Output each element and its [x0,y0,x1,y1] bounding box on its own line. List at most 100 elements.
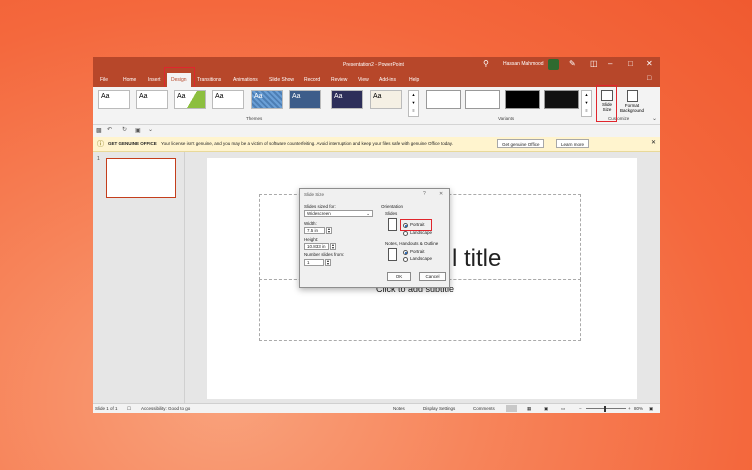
height-label: Height: [304,237,319,242]
chevron-down-icon: ⌄ [366,211,370,216]
tab-insert[interactable]: Insert [148,77,161,83]
notes-button[interactable]: Notes [393,406,405,411]
tab-slide-show[interactable]: Slide Show [269,77,294,83]
search-icon[interactable]: ⚲ [483,60,489,68]
tab-add-ins[interactable]: Add-ins [379,77,396,83]
number-from-spinner[interactable]: ▲ ▼ [325,259,331,266]
slide-thumbnail[interactable] [106,158,176,198]
customize-qat-icon[interactable]: ⌄ [148,126,153,133]
slideshow-view-icon[interactable]: ▭ [561,406,565,412]
notes-landscape-label[interactable]: Landscape [410,256,432,261]
zoom-thumb[interactable] [604,406,606,412]
comments-button[interactable]: Comments [473,406,495,411]
notes-portrait-radio[interactable] [403,250,408,255]
pen-icon[interactable]: ✎ [569,60,576,68]
accessibility-status[interactable]: Accessibility: Good to go [141,406,190,411]
close-icon[interactable]: ✕ [646,60,653,68]
thumb-number: 1 [97,156,100,162]
tab-view[interactable]: View [358,77,369,83]
number-from-label: Number slides from: [304,252,345,257]
format-background-icon [626,90,638,102]
tab-help[interactable]: Help [409,77,419,83]
slides-landscape-label[interactable]: Landscape [410,230,432,235]
theme-office[interactable]: Aa [98,90,130,109]
sized-for-select[interactable]: Widescreen ⌄ [304,210,373,217]
tab-home[interactable]: Home [123,77,136,83]
reading-view-icon[interactable]: ▣ [544,406,548,412]
design-tab-highlight [164,67,195,89]
theme-6[interactable]: Aa [289,90,321,109]
notes-orientation-label: Notes, Handouts & Outline [385,241,439,246]
theme-3[interactable]: Aa [174,90,206,109]
present-icon[interactable]: ▣ [135,127,141,134]
theme-5[interactable]: Aa [251,90,283,109]
tab-animations[interactable]: Animations [233,77,258,83]
dialog-title: Slide Size [304,192,325,197]
display-settings-button[interactable]: Display Settings [423,406,455,411]
get-genuine-office-button[interactable]: Get genuine Office [497,139,545,148]
slide-size-highlight [596,85,617,122]
slide-size-dialog: Slide Size ? ✕ Slides sized for: Widescr… [299,188,450,288]
variants-scroll[interactable]: ▲ ▼ ≡ [581,90,592,117]
tab-review[interactable]: Review [331,77,347,83]
slide-count[interactable]: Slide 1 of 1 [95,406,118,411]
save-icon[interactable]: ▩ [96,127,102,134]
cancel-button[interactable]: Cancel [419,272,446,281]
tab-transitions[interactable]: Transitions [197,77,221,83]
variant-1[interactable] [426,90,461,109]
info-message: Your license isn't genuine, and you may … [161,141,453,146]
minimize-icon[interactable]: – [608,60,612,68]
variant-4[interactable] [544,90,579,109]
avatar[interactable] [548,59,559,70]
fit-slide-icon[interactable]: ▣ [649,406,653,412]
themes-scroll[interactable]: ▲ ▼ ≡ [408,90,419,117]
info-close-icon[interactable]: ✕ [651,139,656,146]
theme-4[interactable]: Aa [212,90,244,109]
format-background-button[interactable]: Format Background [618,88,646,118]
learn-more-button[interactable]: Learn more [556,139,590,148]
slides-orientation-label: Slides [385,211,398,216]
variant-2[interactable] [465,90,500,109]
zoom-in-icon[interactable]: + [628,406,631,411]
spelling-icon[interactable]: ☐ [127,406,131,412]
theme-2[interactable]: Aa [136,90,168,109]
tab-file[interactable]: File [100,77,108,83]
theme-7[interactable]: Aa [331,90,363,109]
height-input[interactable]: 10.833 in [304,243,329,250]
number-from-input[interactable]: 1 [304,259,324,266]
window-title: Presentation2 - PowerPoint [343,62,404,68]
help-icon[interactable]: ? [423,191,426,197]
ok-button[interactable]: OK [387,272,411,281]
variants-group-label: Variants [498,116,515,121]
slide-thumbnail-pane: 1 [93,152,185,403]
tab-record[interactable]: Record [304,77,320,83]
slide-sorter-icon[interactable]: ▦ [527,406,531,412]
width-label: Width: [304,221,317,226]
sized-for-label: Slides sized for: [304,204,336,209]
maximize-icon[interactable]: □ [628,60,633,68]
theme-8[interactable]: Aa [370,90,402,109]
user-name[interactable]: Hassan Mahmood [503,61,544,67]
dialog-close-icon[interactable]: ✕ [439,191,443,197]
width-input[interactable]: 7.5 in [304,227,325,234]
height-spinner[interactable]: ▲ ▼ [330,243,336,250]
title-text: l title [452,245,502,272]
redo-icon[interactable]: ↻ [122,126,127,133]
zoom-slider[interactable] [586,408,626,409]
notes-portrait-label[interactable]: Portrait [410,249,425,254]
subtitle-placeholder[interactable]: Click to add subtitle [259,279,581,341]
collapse-ribbon-icon[interactable]: ⌄ [652,115,657,122]
orientation-label: Orientation [381,204,404,209]
width-spinner[interactable]: ▲ ▼ [326,227,332,234]
variant-3[interactable] [505,90,540,109]
notes-landscape-radio[interactable] [403,257,408,262]
zoom-out-icon[interactable]: − [579,406,582,411]
quick-access-toolbar: ▩ ↶ ↻ ▣ ⌄ [93,125,660,137]
undo-icon[interactable]: ↶ [107,126,112,133]
comments-icon[interactable]: □ [647,75,651,82]
info-bar: ⓘ GET GENUINE OFFICE Your license isn't … [93,137,660,152]
zoom-level[interactable]: 80% [634,406,643,411]
ribbon-display-icon[interactable]: ◫ [590,60,598,68]
normal-view-icon[interactable] [506,405,517,412]
slides-landscape-radio[interactable] [403,231,408,236]
